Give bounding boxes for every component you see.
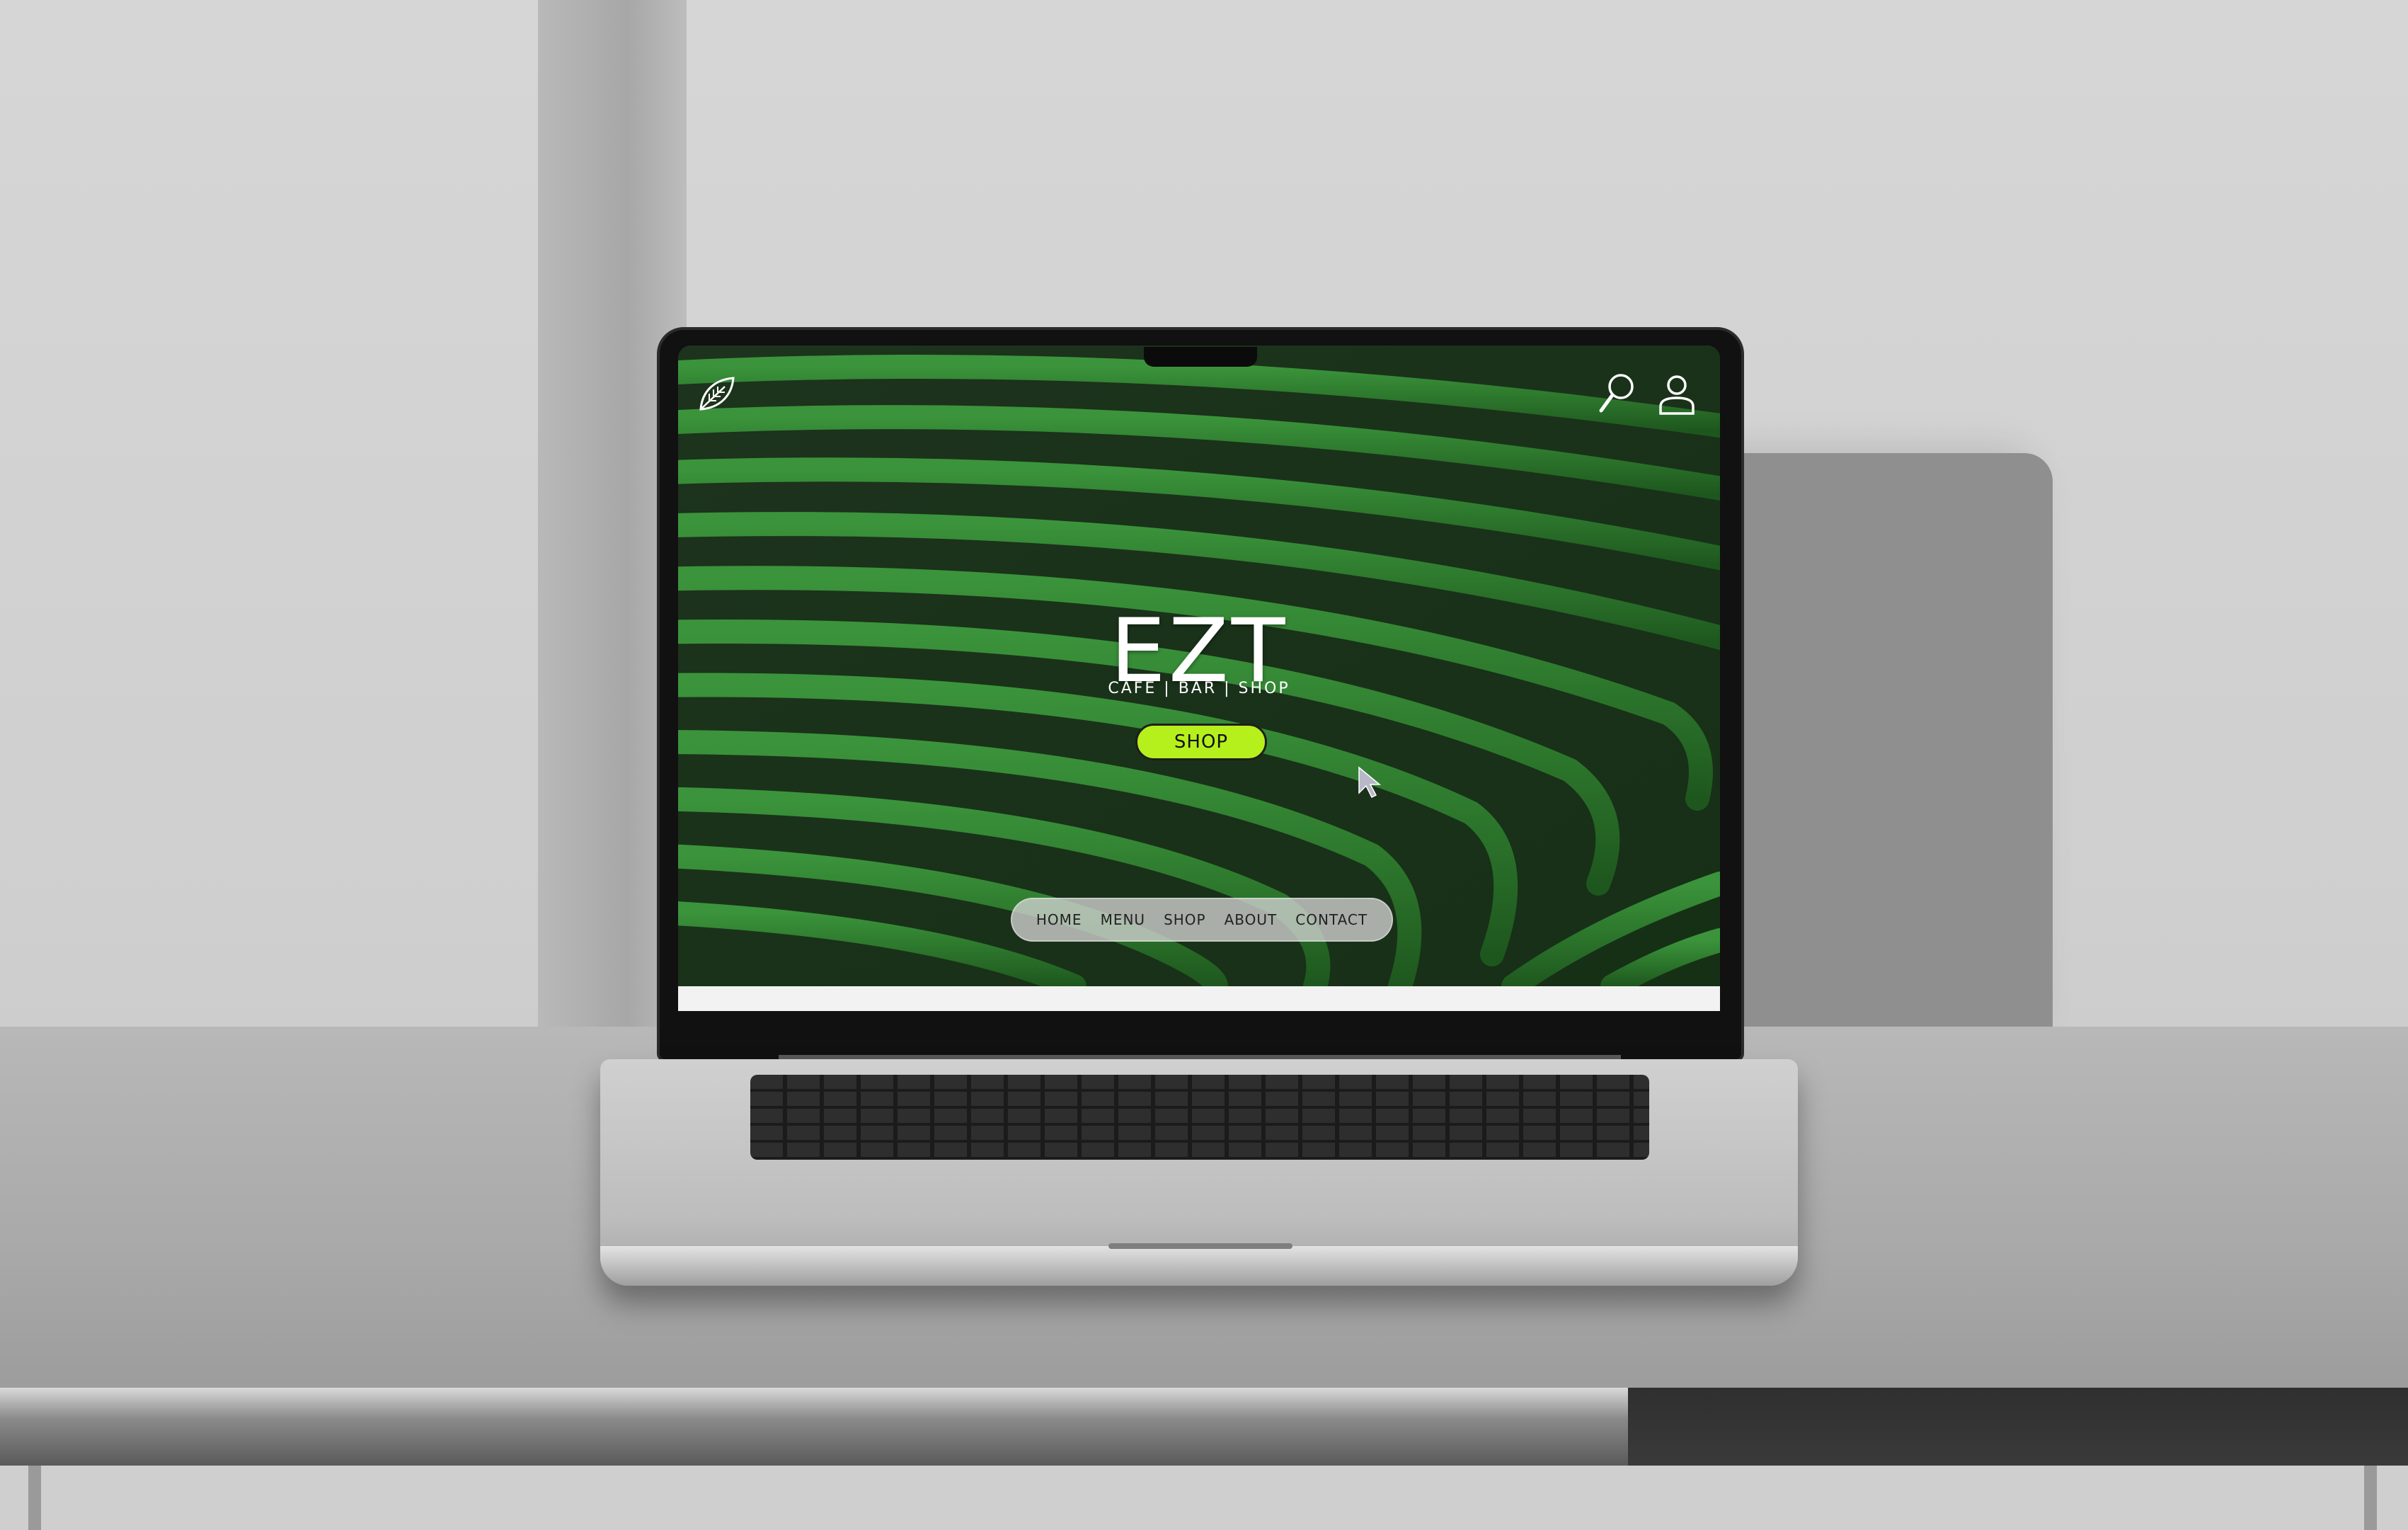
nav-item-shop[interactable]: SHOP — [1164, 911, 1206, 928]
laptop-base-front — [600, 1246, 1798, 1286]
desk-leg — [2364, 1466, 2377, 1530]
laptop-screen: EZT CAFE | BAR | SHOP SHOP HOME MENU SHO… — [678, 346, 1720, 1011]
nav-item-menu[interactable]: MENU — [1101, 911, 1146, 928]
floor — [0, 1466, 2408, 1530]
laptop-keyboard — [750, 1075, 1649, 1160]
laptop-cast-shadow — [1720, 453, 2053, 1027]
user-icon[interactable] — [1656, 371, 1697, 416]
brand-tagline: CAFE | BAR | SHOP — [1108, 680, 1290, 697]
website-hero: EZT CAFE | BAR | SHOP SHOP HOME MENU SHO… — [678, 346, 1720, 1011]
search-icon[interactable] — [1595, 371, 1638, 416]
cursor-arrow-icon — [1358, 766, 1382, 800]
main-nav: HOME MENU SHOP ABOUT CONTACT — [1011, 898, 1393, 942]
desk-leg — [28, 1466, 41, 1530]
nav-item-contact[interactable]: CONTACT — [1295, 911, 1368, 928]
lid-opening-notch — [1108, 1243, 1292, 1249]
nav-item-home[interactable]: HOME — [1036, 911, 1082, 928]
camera-notch — [1144, 347, 1257, 367]
nav-item-about[interactable]: ABOUT — [1225, 911, 1278, 928]
shop-cta-button[interactable]: SHOP — [1135, 724, 1267, 760]
leaf-icon[interactable] — [694, 371, 739, 416]
desk-edge-shadow — [1628, 1388, 2408, 1466]
